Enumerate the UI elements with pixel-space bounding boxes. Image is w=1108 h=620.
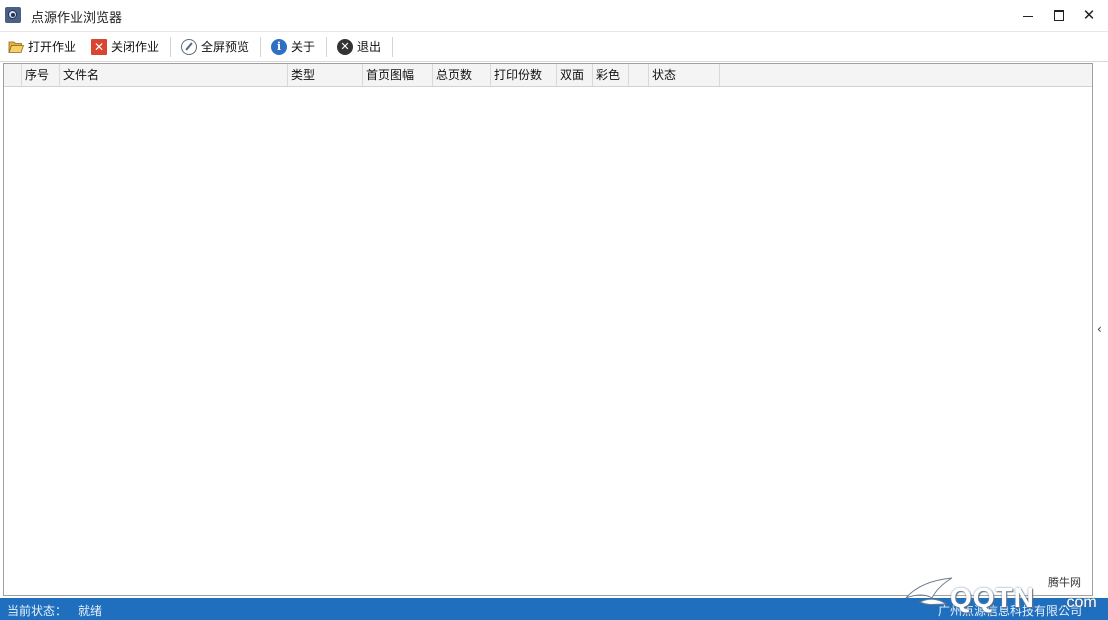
column-header-status[interactable]: 状态: [649, 64, 720, 86]
compass-icon: [181, 38, 197, 55]
maximize-icon: [1054, 9, 1064, 21]
exit-icon: ✕: [337, 38, 353, 55]
column-header-blank[interactable]: [629, 64, 649, 86]
toolbar-separator: [260, 37, 261, 57]
status-value: 就绪: [78, 604, 103, 618]
exit-button[interactable]: ✕ 退出: [337, 32, 381, 61]
status-bar: 当前状态： 就绪 广州点源信息科技有限公司: [0, 598, 1108, 620]
about-label: 关于: [291, 40, 316, 54]
folder-open-icon: [8, 39, 24, 55]
close-job-icon: ✕: [91, 38, 107, 55]
minimize-button[interactable]: [1012, 0, 1044, 30]
exit-label: 退出: [357, 40, 382, 54]
close-job-button[interactable]: ✕ 关闭作业: [91, 32, 159, 61]
maximize-button[interactable]: [1043, 0, 1075, 30]
column-header-duplex[interactable]: 双面: [557, 64, 593, 86]
chevron-left-icon[interactable]: ‹: [1097, 322, 1102, 336]
side-panel-splitter[interactable]: ‹: [1094, 63, 1108, 596]
fullscreen-preview-label: 全屏预览: [201, 40, 250, 54]
company-name: 广州点源信息科技有限公司: [937, 604, 1082, 618]
open-job-label: 打开作业: [28, 40, 77, 54]
close-window-button[interactable]: ✕: [1073, 0, 1105, 30]
column-header-selector[interactable]: [4, 64, 22, 86]
app-logo-icon: [5, 7, 21, 23]
column-header-index[interactable]: 序号: [22, 64, 60, 86]
app-window: 点源作业浏览器 ✕ 打开作业 ✕ 关闭作业 全屏预览 i 关于 ✕ 退出 序号 …: [0, 0, 1108, 620]
status-label: 当前状态：: [7, 604, 68, 618]
toolbar-separator: [392, 37, 393, 57]
close-icon: ✕: [1082, 5, 1096, 24]
info-icon: i: [271, 38, 287, 55]
toolbar-separator: [170, 37, 171, 57]
column-header-filename[interactable]: 文件名: [60, 64, 288, 86]
about-button[interactable]: i 关于: [271, 32, 315, 61]
window-title: 点源作业浏览器: [31, 11, 123, 26]
grid-header: 序号 文件名 类型 首页图幅 总页数 打印份数 双面 彩色 状态: [4, 64, 1092, 87]
close-job-label: 关闭作业: [111, 40, 160, 54]
column-header-copies[interactable]: 打印份数: [491, 64, 557, 86]
toolbar: 打开作业 ✕ 关闭作业 全屏预览 i 关于 ✕ 退出: [0, 31, 1108, 62]
column-header-total-pages[interactable]: 总页数: [433, 64, 491, 86]
column-header-type[interactable]: 类型: [288, 64, 363, 86]
open-job-button[interactable]: 打开作业: [8, 32, 76, 61]
job-file-grid[interactable]: 序号 文件名 类型 首页图幅 总页数 打印份数 双面 彩色 状态: [3, 63, 1093, 596]
title-bar: 点源作业浏览器 ✕: [0, 0, 1108, 30]
column-header-color[interactable]: 彩色: [593, 64, 629, 86]
toolbar-separator: [326, 37, 327, 57]
fullscreen-preview-button[interactable]: 全屏预览: [181, 32, 249, 61]
column-header-first-page-size[interactable]: 首页图幅: [363, 64, 433, 86]
minimize-icon: [1023, 15, 1033, 17]
